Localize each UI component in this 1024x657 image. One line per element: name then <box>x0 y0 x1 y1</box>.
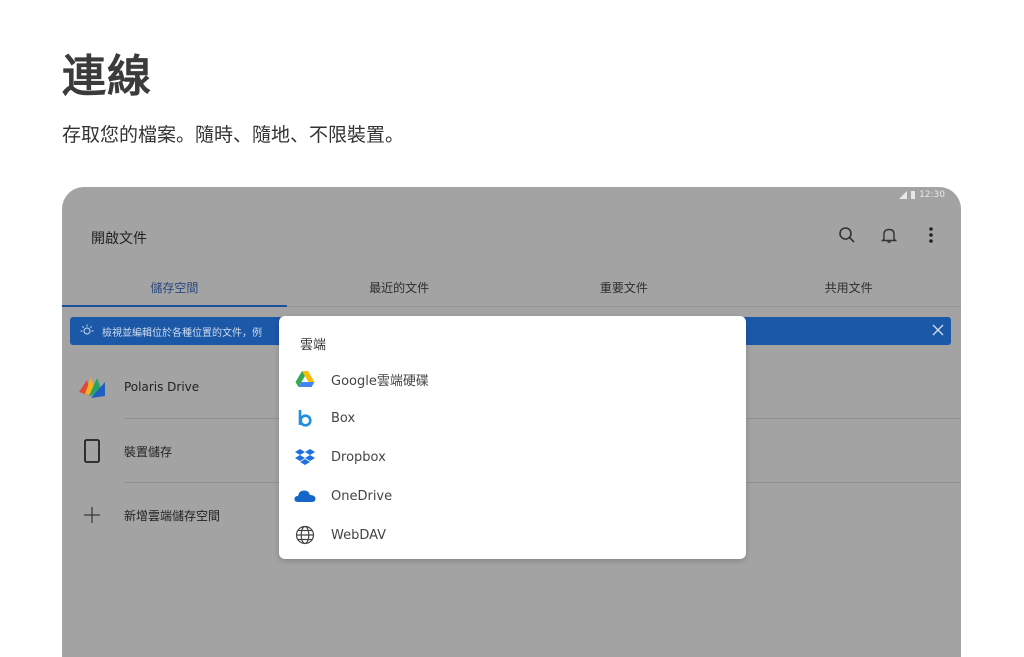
option-google-drive[interactable]: Google雲端硬碟 <box>293 364 429 394</box>
globe-icon <box>293 523 317 547</box>
more-vert-icon[interactable] <box>921 225 941 245</box>
banner-text: 檢視並編輯位於各種位置的文件，例 <box>102 327 262 339</box>
option-webdav[interactable]: WebDAV <box>293 520 386 550</box>
promo-title: 連線 <box>62 51 152 102</box>
tab-important[interactable]: 重要文件 <box>512 269 737 306</box>
cloud-popup: 雲端 Google雲端硬碟 Box Dropbox OneDrive WebDA… <box>279 316 746 559</box>
plus-icon <box>76 499 108 531</box>
list-item-label: 新增雲端儲存空間 <box>124 508 221 523</box>
tab-storage[interactable]: 儲存空間 <box>62 269 287 307</box>
option-box[interactable]: Box <box>293 403 355 433</box>
option-onedrive[interactable]: OneDrive <box>293 481 392 511</box>
tab-shared[interactable]: 共用文件 <box>736 269 961 306</box>
app-bar-actions <box>837 225 941 245</box>
option-label: OneDrive <box>331 488 393 504</box>
tab-recent[interactable]: 最近的文件 <box>287 269 512 306</box>
popup-title: 雲端 <box>300 338 327 353</box>
box-icon <box>293 406 317 430</box>
list-item-label: Polaris Drive <box>124 380 200 394</box>
bell-icon[interactable] <box>879 225 899 245</box>
status-time: 12:30 <box>919 190 945 200</box>
dropbox-icon <box>293 445 317 469</box>
phone-icon <box>76 435 108 467</box>
close-icon[interactable] <box>931 323 945 340</box>
tab-bar: 儲存空間 最近的文件 重要文件 共用文件 <box>62 269 961 307</box>
status-bar: 12:30 <box>899 190 945 200</box>
signal-icon <box>899 191 908 199</box>
onedrive-icon <box>293 484 317 508</box>
search-icon[interactable] <box>837 225 857 245</box>
option-label: Box <box>331 410 356 426</box>
promo-subtitle: 存取您的檔案。隨時、隨地、不限裝置。 <box>62 124 405 146</box>
lightbulb-icon <box>80 324 94 338</box>
list-item-label: 裝置儲存 <box>124 444 173 459</box>
battery-icon <box>911 191 916 199</box>
polaris-logo-icon <box>76 371 108 403</box>
google-drive-icon <box>293 367 317 391</box>
option-dropbox[interactable]: Dropbox <box>293 442 386 472</box>
option-label: Dropbox <box>331 449 386 465</box>
option-label: Google雲端硬碟 <box>331 373 429 389</box>
app-bar-title: 開啟文件 <box>91 231 147 247</box>
option-label: WebDAV <box>331 527 387 543</box>
